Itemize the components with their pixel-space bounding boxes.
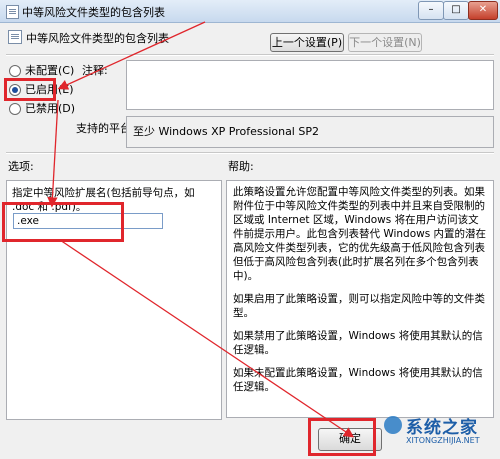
arrow-to-enabled-option: [57, 21, 206, 90]
arrow-to-extension-input: [47, 99, 59, 208]
arrow-to-ok-button: [59, 239, 355, 438]
annotation-arrows: [47, 21, 355, 438]
